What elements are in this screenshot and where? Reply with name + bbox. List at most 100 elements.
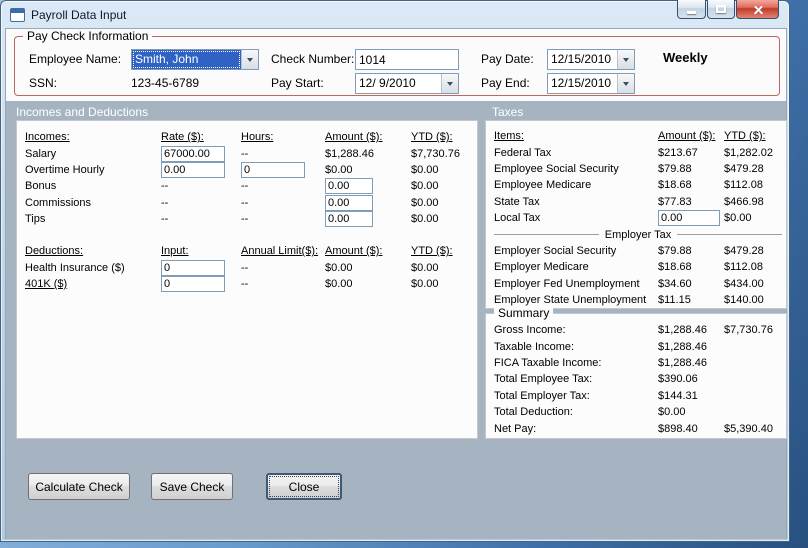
payroll-window: Payroll Data Input Pay Check Information… <box>0 0 790 542</box>
cell-value: $7,730.76 <box>724 324 773 337</box>
paycheck-info-group: Pay Check Information Employee Name: Smi… <box>14 29 780 96</box>
table-row: Local Tax $0.00 <box>494 210 782 227</box>
cell-value: $7,730.76 <box>411 147 460 160</box>
bonus-input[interactable] <box>325 178 373 195</box>
pay-end-dropdown-button[interactable] <box>617 74 634 93</box>
table-row: Tips -- -- $0.00 <box>25 211 473 228</box>
incomes-section-header: Incomes and Deductions <box>16 105 149 119</box>
pay-start-datepicker[interactable]: 12/ 9/2010 <box>355 73 459 94</box>
minimize-button[interactable] <box>677 0 706 19</box>
cell-value: -- <box>241 147 249 160</box>
row-label-employee-social-security: Employee Social Security <box>494 162 619 175</box>
cell-value: $112.08 <box>724 179 763 192</box>
pay-date-label: Pay Date: <box>481 52 534 66</box>
cell-value: $390.06 <box>658 373 698 386</box>
pay-date-dropdown-button[interactable] <box>617 50 634 69</box>
cell-value: $0.00 <box>325 163 353 176</box>
employer-tax-divider-label: Employer Tax <box>604 228 672 241</box>
pay-date-datepicker[interactable]: 12/15/2010 <box>547 49 635 70</box>
cell-value: -- <box>161 180 169 193</box>
cell-value: -- <box>241 261 249 274</box>
cell-value: $0.00 <box>411 213 439 226</box>
summary-group-label: Summary <box>494 306 554 320</box>
pay-start-label: Pay Start: <box>271 76 324 90</box>
close-button[interactable]: Close <box>266 473 342 500</box>
header-row: Deductions: Input: Annual Limit($): Amount … <box>25 243 473 259</box>
cell-value: $1,288.46 <box>658 324 707 337</box>
column-header-deductions: Deductions: <box>25 245 84 258</box>
cell-value: -- <box>241 277 249 290</box>
row-label-employer-state-unemployment: Employer State Unemployment <box>494 294 647 307</box>
pay-end-datepicker[interactable]: 12/15/2010 <box>547 73 635 94</box>
cell-value: -- <box>161 196 169 209</box>
cell-value: $0.00 <box>411 196 439 209</box>
column-header-ytd: YTD ($): <box>411 131 453 144</box>
row-label-fica-taxable-income: FICA Taxable Income: <box>494 356 602 369</box>
tips-input[interactable] <box>325 211 373 228</box>
row-label-employer-social-security: Employer Social Security <box>494 244 617 257</box>
column-header-hours: Hours: <box>241 131 274 144</box>
cell-value: $479.28 <box>724 244 764 257</box>
row-label-bonus: Bonus <box>25 180 57 193</box>
cell-value: $466.98 <box>724 195 764 208</box>
taxes-section-header: Taxes <box>492 105 524 119</box>
pay-end-label: Pay End: <box>481 76 530 90</box>
table-row: Employee Social Security $79.88 $479.28 <box>494 161 782 177</box>
check-number-input[interactable] <box>355 49 459 70</box>
salary-input[interactable] <box>161 145 225 162</box>
column-header-amount: Amount ($): <box>658 130 716 143</box>
local-tax-input[interactable] <box>658 210 720 227</box>
cell-value: $0.00 <box>411 180 439 193</box>
column-header-items: Items: <box>494 130 524 143</box>
overtime-hourly-input[interactable] <box>241 161 305 178</box>
cell-value: $0.00 <box>411 163 439 176</box>
input-cell <box>325 211 411 228</box>
cell-value: $18.68 <box>658 261 692 274</box>
summary-box: Summary Gross Income: $1,288.46 $7,730.76 T… <box>485 306 787 439</box>
table-row: Federal Tax $213.67 $1,282.02 <box>494 144 782 160</box>
cell-value: $11.15 <box>658 294 691 307</box>
dialog-client-area: Pay Check Information Employee Name: Smi… <box>5 28 787 539</box>
cell-value: $140.00 <box>724 294 764 307</box>
row-label-taxable-income: Taxable Income: <box>494 340 575 353</box>
input-cell <box>161 259 241 276</box>
table-row: Employer Medicare $18.68 $112.08 <box>494 259 782 275</box>
save-check-button[interactable]: Save Check <box>151 473 233 500</box>
pay-end-value: 12/15/2010 <box>551 76 612 90</box>
table-row: State Tax $77.83 $466.98 <box>494 194 782 210</box>
maximize-button[interactable] <box>707 0 735 19</box>
pay-start-dropdown-button[interactable] <box>441 74 458 93</box>
maximize-icon <box>716 5 726 13</box>
ssn-label: SSN: <box>29 76 58 90</box>
commissions-input[interactable] <box>325 194 373 211</box>
lower-panel: Incomes and Deductions Taxes Incomes: Rat… <box>6 101 787 539</box>
overtime-hourly-input[interactable] <box>161 161 225 178</box>
employee-name-select[interactable]: Smith, John <box>131 49 259 70</box>
chevron-down-icon <box>623 81 629 86</box>
employer-tax-divider: Employer Tax <box>494 229 782 241</box>
cell-value: $0.00 <box>658 406 686 419</box>
chevron-down-icon <box>247 57 253 62</box>
health-insurance-input[interactable] <box>161 259 225 276</box>
row-label-401k[interactable]: 401K ($) <box>25 278 161 290</box>
row-label-health-insurance: Health Insurance ($) <box>25 261 125 274</box>
column-header-rate: Rate ($): <box>161 131 204 144</box>
close-window-button[interactable] <box>736 0 779 19</box>
row-label-total-employee-tax: Total Employee Tax: <box>494 373 593 386</box>
column-header-amount: Amount ($): <box>325 131 383 144</box>
app-icon <box>10 7 25 22</box>
input-cell <box>325 178 411 195</box>
calculate-check-button[interactable]: Calculate Check <box>28 473 130 500</box>
401k-input[interactable] <box>161 275 225 292</box>
row-label-state-tax: State Tax <box>494 195 540 208</box>
cell-value: -- <box>161 213 169 226</box>
table-row: Gross Income: $1,288.46 $7,730.76 <box>494 322 782 338</box>
titlebar[interactable]: Payroll Data Input <box>1 1 789 28</box>
table-row: 401K ($) -- $0.00 $0.00 <box>25 275 473 292</box>
ssn-value: 123-45-6789 <box>131 76 200 90</box>
pay-frequency-value: Weekly <box>663 50 708 65</box>
employee-name-dropdown-button[interactable] <box>241 50 258 69</box>
table-row: Bonus -- -- $0.00 <box>25 178 473 195</box>
column-header-input: Input: <box>161 245 189 258</box>
row-label-federal-tax: Federal Tax <box>494 146 552 159</box>
